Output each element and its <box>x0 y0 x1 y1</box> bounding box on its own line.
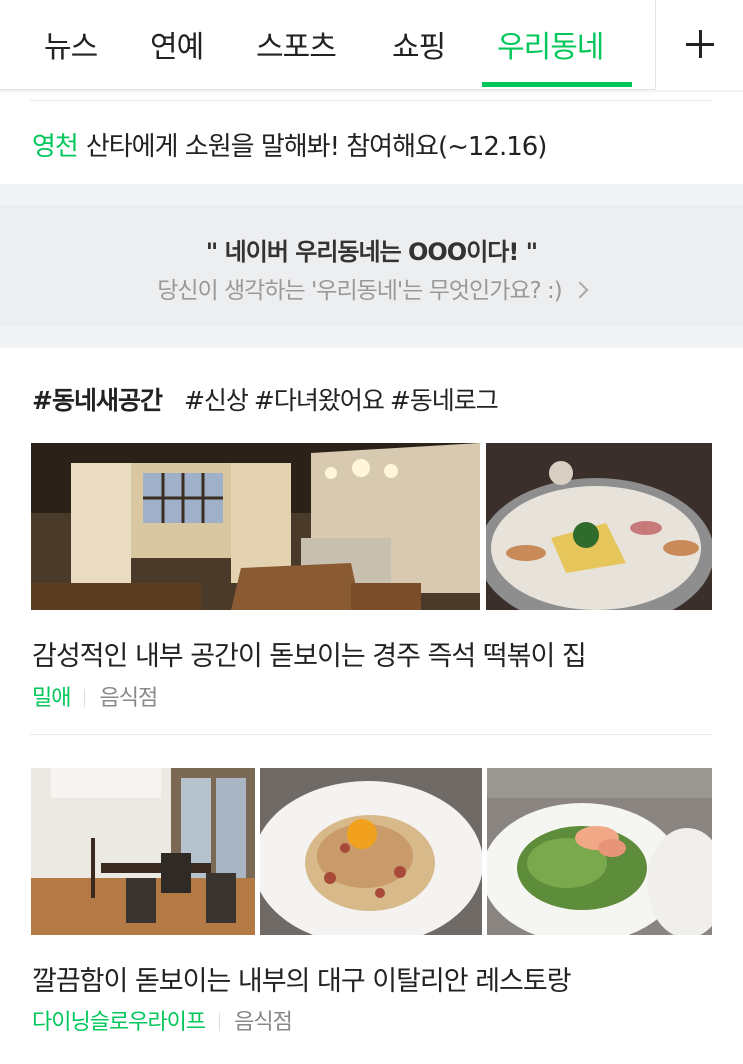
tab-entertainment[interactable]: 연예 <box>150 22 204 66</box>
tab-list: 뉴스 연예 스포츠 쇼핑 우리동네 <box>0 0 655 90</box>
item-2-category: 음식점 <box>234 1010 293 1035</box>
item-1-title[interactable]: 감성적인 내부 공간이 돋보이는 경주 즉석 떡볶이 집 <box>32 634 587 673</box>
tag-visited[interactable]: #다녀왔어요 <box>254 386 385 415</box>
notice-line[interactable]: 영천 산타에게 소원을 말해봐! 참여해요(~12.16) <box>32 126 548 163</box>
tag-new[interactable]: #신상 <box>184 386 249 415</box>
feed-divider <box>30 734 713 735</box>
chevron-right-icon <box>571 281 589 299</box>
item-1-photo-interior[interactable] <box>31 443 480 610</box>
survey-prompt-card[interactable]: " 네이버 우리동네는 OOO이다! " 당신이 생각하는 '우리동네'는 무엇… <box>0 205 743 327</box>
tag-row: #동네새공간 #신상 #다녀왔어요 #동네로그 <box>32 381 504 417</box>
item-2-photo-salad[interactable] <box>487 768 712 935</box>
notice-region: 영천 <box>32 132 79 162</box>
neighborhood-feed: #동네새공간 #신상 #다녀왔어요 #동네로그 감성적인 내부 공간이 돋보이는… <box>0 348 743 1064</box>
item-1-category: 음식점 <box>99 686 158 711</box>
notice-divider <box>30 100 713 101</box>
meta-separator <box>84 689 86 707</box>
meta-separator <box>219 1013 221 1031</box>
prompt-subtitle: 당신이 생각하는 '우리동네'는 무엇인가요? :) <box>157 278 563 304</box>
tab-sports[interactable]: 스포츠 <box>256 22 337 66</box>
item-1-photo-dish[interactable] <box>486 443 712 610</box>
top-tab-bar: 뉴스 연예 스포츠 쇼핑 우리동네 <box>0 0 743 90</box>
item-2-photo-interior[interactable] <box>31 768 255 935</box>
prompt-subtitle-row: 당신이 생각하는 '우리동네'는 무엇인가요? :) <box>0 271 743 305</box>
tab-shopping[interactable]: 쇼핑 <box>392 22 446 66</box>
tab-news[interactable]: 뉴스 <box>44 22 98 66</box>
item-2-title[interactable]: 깔끔함이 돋보이는 내부의 대구 이탈리안 레스토랑 <box>32 959 572 998</box>
notice-text: 산타에게 소원을 말해봐! 참여해요(~12.16) <box>85 132 548 162</box>
active-tab-indicator <box>482 82 632 87</box>
add-tab-button[interactable] <box>655 0 743 90</box>
tag-neighborhood-log[interactable]: #동네로그 <box>390 386 499 415</box>
item-2-photo-pasta[interactable] <box>260 768 482 935</box>
item-1-author[interactable]: 밀애 <box>32 686 71 711</box>
item-2-meta: 다이닝슬로우라이프 음식점 <box>32 1004 293 1036</box>
item-2-author[interactable]: 다이닝슬로우라이프 <box>32 1010 206 1035</box>
main-tag[interactable]: #동네새공간 <box>32 386 163 415</box>
prompt-title: " 네이버 우리동네는 OOO이다! " <box>205 238 538 266</box>
item-1-meta: 밀애 음식점 <box>32 680 158 712</box>
tab-our-neighborhood[interactable]: 우리동네 <box>497 22 604 66</box>
